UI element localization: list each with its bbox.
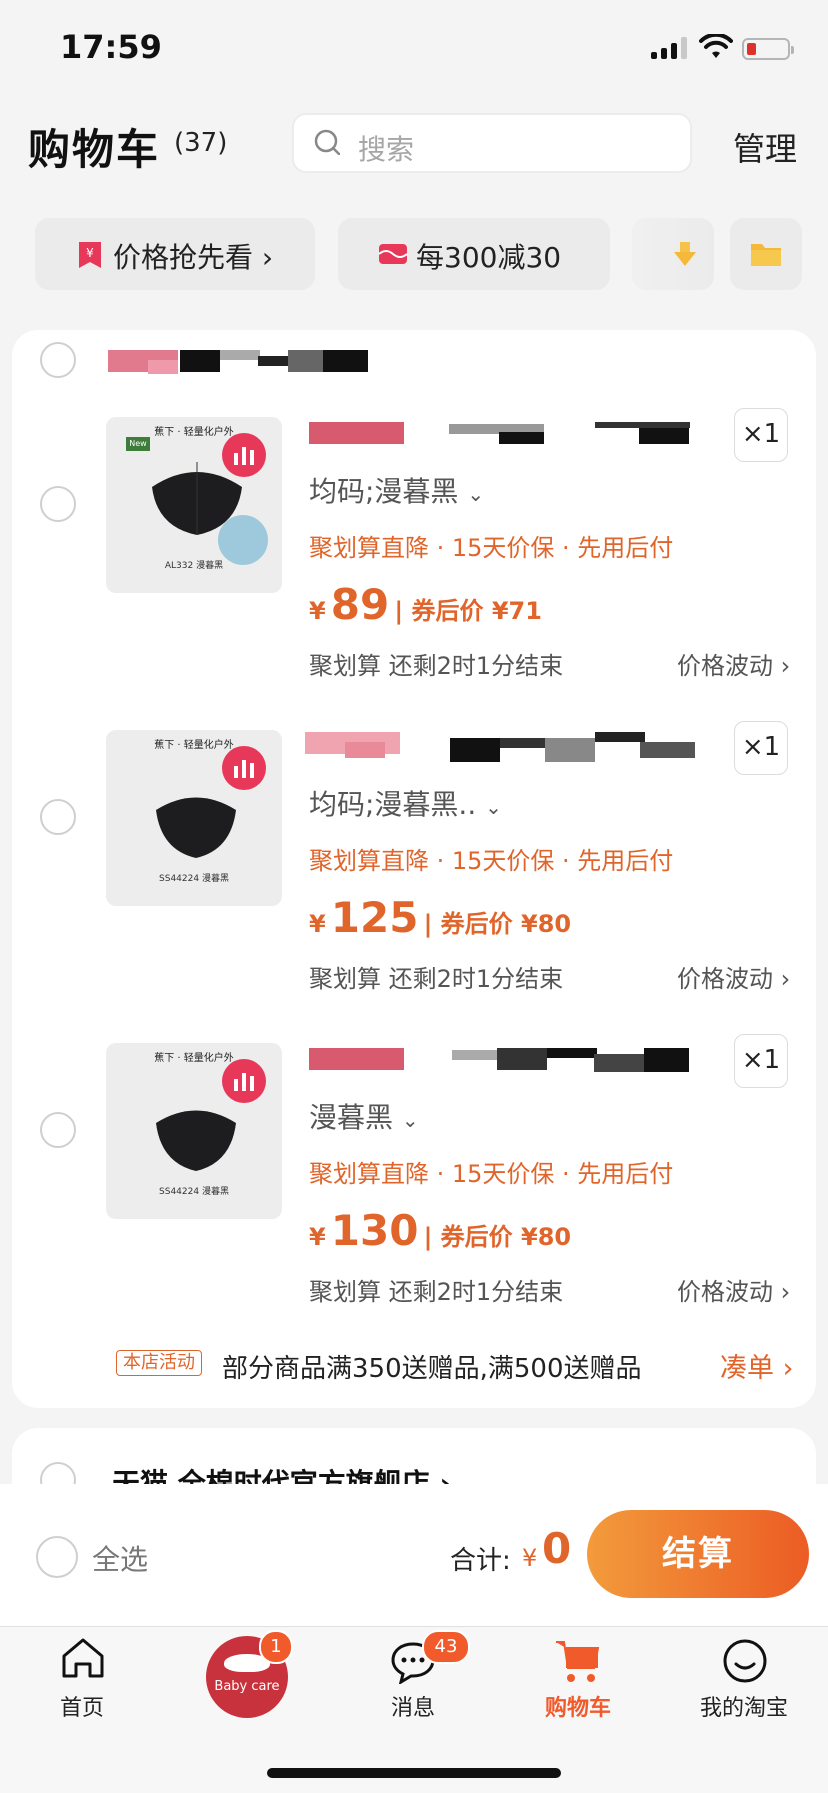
price-value: 89 [330,580,390,629]
face-mask-illustration [156,1110,236,1171]
price-tag-icon: ¥ [79,242,101,268]
tab-my-taobao[interactable] [684,1630,804,1740]
price-fluctuation-link[interactable]: 价格波动 › [677,646,790,681]
babycare-badge: 1 [259,1630,293,1664]
total-currency: ¥ [522,1544,538,1572]
select-all-checkbox[interactable] [36,1536,78,1578]
new-tag: New [126,437,150,451]
store-select-checkbox[interactable] [40,342,76,378]
quantity-button[interactable]: ×1 [734,408,788,462]
add-on-order-link[interactable]: 凑单 › [720,1346,793,1385]
variant-label: 均码;漫暮黑.. [309,788,477,821]
coupon-price: | 券后价 ¥71 [394,597,542,625]
price-fluctuation-link[interactable]: 价格波动 › [677,959,790,994]
price-row: ¥ 89 | 券后价 ¥71 [309,580,542,629]
total-label: 合计: [450,1546,511,1576]
product-image[interactable]: 蕉下 · 轻量化户外 SS44224 漫暮黑 [106,730,282,906]
search-placeholder: 搜索 [358,133,415,166]
battery-icon [742,38,794,60]
chart-badge-icon [222,433,266,477]
sale-countdown: 聚划算 还剩2时1分结束 [309,1278,564,1306]
store-name-redacted[interactable] [108,350,398,374]
variant-label: 均码;漫暮黑 [309,475,459,508]
product-title-redacted[interactable] [305,732,695,762]
variant-selector[interactable]: 漫暮黑 ⌄ [309,1096,419,1136]
tab-label-home: 首页 [59,1696,104,1721]
product-title-redacted[interactable] [309,1048,689,1074]
search-input[interactable]: 搜索 [292,113,692,173]
tab-cart[interactable] [518,1630,638,1740]
shopping-cart-icon [556,1641,600,1682]
price-preview-chip[interactable]: ¥ 价格抢先看 › [35,218,315,290]
search-icon [314,129,340,155]
quantity-button[interactable]: ×1 [734,721,788,775]
sale-countdown: 聚划算 还剩2时1分结束 [309,965,564,993]
checkout-button[interactable]: 结算 [587,1510,809,1598]
profile-smile-icon [723,1639,767,1683]
variant-selector[interactable]: 均码;漫暮黑 ⌄ [309,470,484,510]
home-icon [62,1638,104,1678]
coupon-icon [378,244,408,264]
svg-text:¥: ¥ [86,246,94,260]
discount-chip[interactable]: 每300减30 [338,218,610,290]
folder-chip[interactable] [730,218,802,290]
page-title: 购物车 [28,125,161,174]
tab-label-cart: 购物车 [544,1696,611,1721]
tab-home[interactable] [22,1630,142,1740]
thumb-caption: SS44224 漫暮黑 [159,1187,229,1197]
thumb-caption: AL332 漫暮黑 [164,561,224,571]
face-mask-illustration [156,797,236,858]
select-all-label[interactable]: 全选 [92,1538,148,1578]
total-value: 0 [542,1524,572,1573]
promo-tags: 聚划算直降 · 15天价保 · 先用后付 [309,534,674,562]
home-indicator [267,1768,561,1778]
tab-label-messages: 消息 [390,1696,435,1721]
store-activity-text: 部分商品满350送赠品,满500送赠品 [222,1354,642,1384]
cellular-signal-icon [651,37,689,59]
chevron-down-icon: ⌄ [401,1108,419,1132]
chart-badge-icon [222,746,266,790]
currency-symbol: ¥ [309,1223,326,1251]
product-image[interactable]: 蕉下 · 轻量化户外 SS44224 漫暮黑 [106,1043,282,1219]
price-value: 130 [330,1206,419,1255]
messages-badge: 43 [422,1630,470,1664]
chevron-down-icon: ⌄ [467,482,485,506]
product-title-redacted[interactable] [309,422,690,446]
promo-tags: 聚划算直降 · 15天价保 · 先用后付 [309,847,674,875]
download-arrow-icon [674,242,696,266]
sale-countdown: 聚划算 还剩2时1分结束 [309,652,564,680]
tab-label-my-taobao: 我的淘宝 [699,1696,788,1721]
chip-label: 每300减30 [416,241,562,274]
currency-symbol: ¥ [309,597,326,625]
store-activity-tag: 本店活动 [116,1350,202,1376]
babycare-text: Baby care [214,1679,280,1694]
chevron-down-icon: ⌄ [485,795,502,819]
thumb-caption: SS44224 漫暮黑 [159,874,229,884]
currency-symbol: ¥ [309,910,326,938]
price-row: ¥ 130 | 券后价 ¥80 [309,1206,571,1255]
variant-selector[interactable]: 均码;漫暮黑.. ⌄ [309,783,502,823]
wifi-icon [699,34,733,58]
item-select-checkbox[interactable] [40,799,76,835]
item-select-checkbox[interactable] [40,1112,76,1148]
download-chip[interactable] [632,218,714,290]
chart-badge-icon [222,1059,266,1103]
variant-label: 漫暮黑 [309,1101,394,1134]
price-value: 125 [330,893,419,942]
price-fluctuation-link[interactable]: 价格波动 › [677,1272,790,1307]
manage-button[interactable]: 管理 [733,124,797,170]
coupon-price: | 券后价 ¥80 [423,1223,572,1251]
quantity-button[interactable]: ×1 [734,1034,788,1088]
product-image[interactable]: 蕉下 · 轻量化户外 New AL332 漫暮黑 [106,417,282,593]
item-select-checkbox[interactable] [40,486,76,522]
folder-icon [751,244,781,266]
cart-count: (37) [174,128,228,158]
chip-label: 价格抢先看 › [113,241,274,274]
coupon-price: | 券后价 ¥80 [423,910,572,938]
status-time: 17:59 [60,28,162,66]
price-row: ¥ 125 | 券后价 ¥80 [309,893,571,942]
promo-tags: 聚划算直降 · 15天价保 · 先用后付 [309,1160,674,1188]
